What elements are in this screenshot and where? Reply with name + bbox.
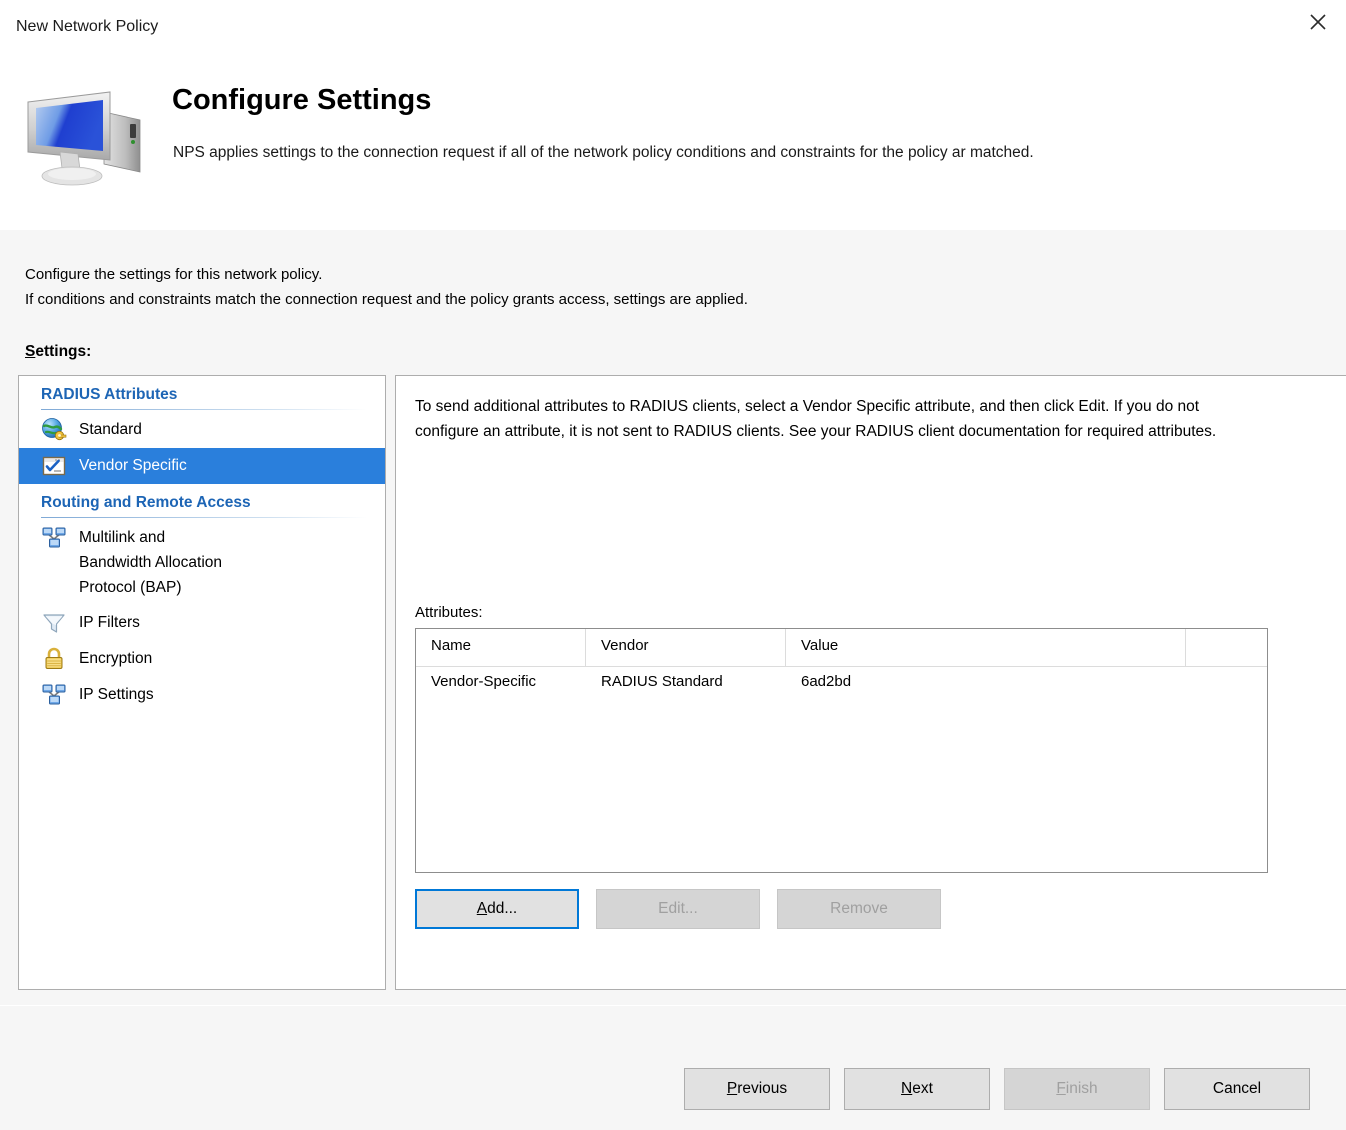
page-title: Configure Settings: [172, 84, 431, 117]
next-button-accel: N: [901, 1080, 912, 1097]
previous-button-accel: P: [727, 1080, 737, 1097]
cancel-button-label: Cancel: [1213, 1080, 1261, 1098]
tree-group-rule: [41, 409, 367, 410]
finish-button: Finish: [1004, 1068, 1150, 1110]
table-header-row: Name Vendor Value: [416, 629, 1267, 667]
previous-button-label: revious: [737, 1080, 787, 1097]
remove-button-label: Remove: [830, 900, 888, 918]
intro-text-line-1: Configure the settings for this network …: [25, 266, 322, 283]
tree-item-label: IP Filters: [79, 610, 140, 635]
settings-label-rest: ettings:: [35, 343, 91, 360]
computer-monitor-icon: [18, 86, 158, 196]
add-button-accel: A: [477, 900, 487, 917]
next-button-label: ext: [912, 1080, 933, 1097]
globe-key-icon: [41, 417, 67, 443]
add-button[interactable]: Add...: [415, 889, 579, 929]
next-button[interactable]: Next: [844, 1068, 990, 1110]
tree-item-standard[interactable]: Standard: [19, 412, 385, 448]
dialog-body: Configure the settings for this network …: [0, 230, 1346, 1005]
tree-item-multilink-bap[interactable]: Multilink and Bandwidth Allocation Proto…: [19, 520, 385, 605]
cell-name: Vendor-Specific: [416, 667, 586, 701]
cell-value: 6ad2bd: [786, 667, 1186, 701]
close-icon: [1307, 11, 1329, 33]
cancel-button[interactable]: Cancel: [1164, 1068, 1310, 1110]
settings-detail-panel: To send additional attributes to RADIUS …: [395, 375, 1346, 990]
tree-group-radius-attributes: RADIUS Attributes: [19, 376, 385, 407]
column-header-filler: [1186, 629, 1267, 667]
checkbox-window-icon: [41, 453, 67, 479]
settings-label: Settings:: [25, 343, 91, 361]
tree-group-rule: [41, 517, 367, 518]
attribute-actions: Add... Edit... Remove: [415, 889, 1115, 929]
network-nodes-icon: [41, 682, 67, 708]
close-button[interactable]: [1290, 0, 1346, 44]
settings-tree-panel[interactable]: RADIUS Attributes: [18, 375, 386, 990]
table-row[interactable]: Vendor-Specific RADIUS Standard 6ad2bd: [416, 667, 1267, 701]
header-banner: Configure Settings NPS applies settings …: [0, 58, 1346, 230]
tree-item-encryption[interactable]: Encryption: [19, 641, 385, 677]
attributes-table[interactable]: Name Vendor Value Vendor-Specific RADIUS…: [415, 628, 1268, 873]
column-header-name[interactable]: Name: [416, 629, 586, 667]
padlock-icon: [41, 646, 67, 672]
detail-description: To send additional attributes to RADIUS …: [415, 394, 1235, 444]
finish-button-accel: F: [1056, 1080, 1065, 1097]
edit-button: Edit...: [596, 889, 760, 929]
intro-text-line-2: If conditions and constraints match the …: [25, 291, 748, 308]
dialog-footer: Previous Next Finish Cancel: [0, 1005, 1346, 1130]
network-nodes-icon: [41, 525, 67, 551]
tree-item-label: Encryption: [79, 646, 152, 671]
tree-item-label: Multilink and Bandwidth Allocation Proto…: [79, 525, 222, 600]
edit-button-label: Edit...: [658, 900, 698, 918]
tree-item-vendor-specific[interactable]: Vendor Specific: [19, 448, 385, 484]
window-title: New Network Policy: [16, 18, 158, 36]
column-header-vendor[interactable]: Vendor: [586, 629, 786, 667]
remove-button: Remove: [777, 889, 941, 929]
column-header-value[interactable]: Value: [786, 629, 1186, 667]
page-description: NPS applies settings to the connection r…: [173, 140, 1346, 165]
tree-group-label: RADIUS Attributes: [41, 384, 385, 405]
tree-item-ip-settings[interactable]: IP Settings: [19, 677, 385, 713]
cell-vendor: RADIUS Standard: [586, 667, 786, 701]
tree-item-label: IP Settings: [79, 682, 154, 707]
tree-item-ip-filters[interactable]: IP Filters: [19, 605, 385, 641]
add-button-label: dd...: [487, 900, 517, 917]
title-bar: New Network Policy: [0, 0, 1346, 58]
funnel-icon: [41, 610, 67, 636]
previous-button[interactable]: Previous: [684, 1068, 830, 1110]
tree-item-label: Vendor Specific: [79, 453, 187, 478]
tree-item-label: Standard: [79, 417, 142, 442]
settings-label-accel: S: [25, 343, 35, 360]
attributes-label: Attributes:: [415, 604, 483, 621]
tree-group-label: Routing and Remote Access: [41, 492, 385, 513]
cell-filler: [1186, 667, 1267, 701]
tree-group-routing-and-remote-access: Routing and Remote Access: [19, 484, 385, 515]
finish-button-label: inish: [1066, 1080, 1098, 1097]
